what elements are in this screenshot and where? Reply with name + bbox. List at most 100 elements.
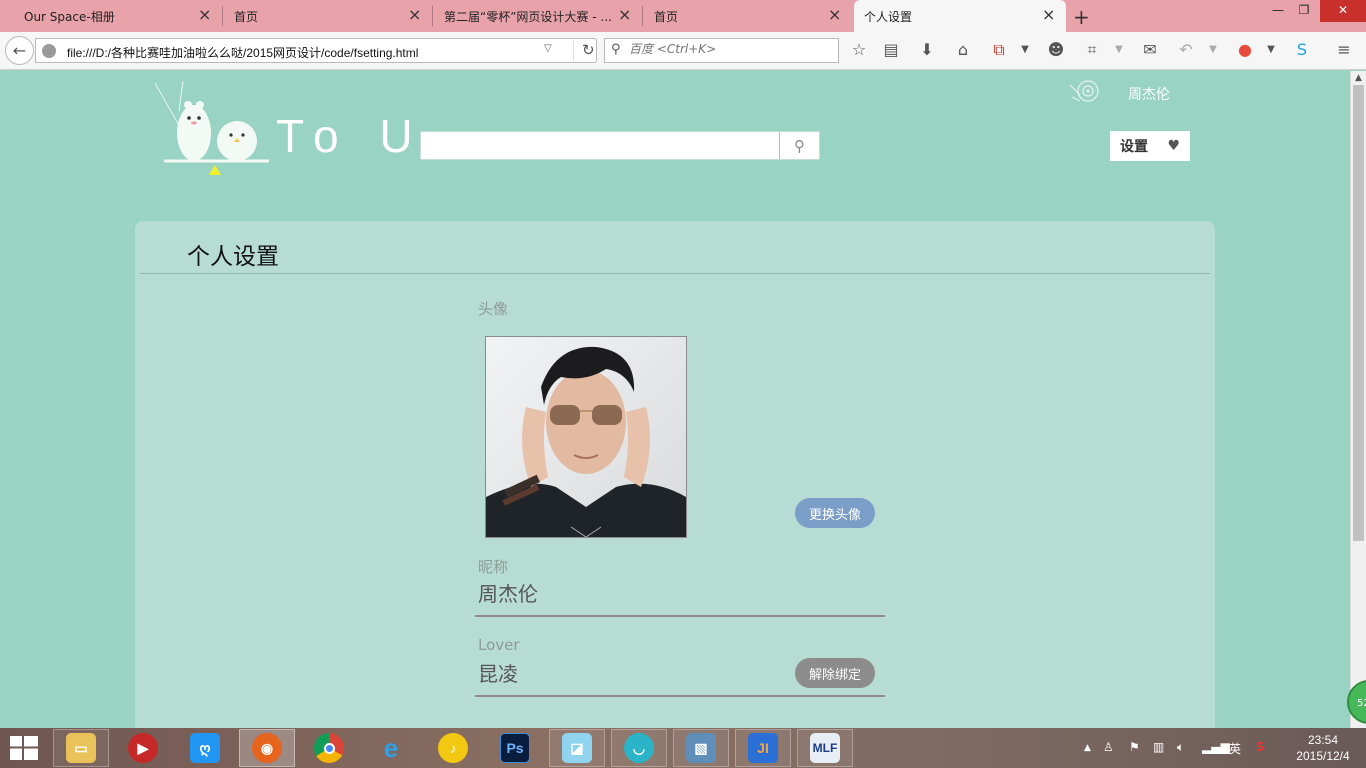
image-viewer-icon: ▧ <box>686 733 716 763</box>
taskbar-input-tool[interactable]: ღ <box>177 729 233 767</box>
avatar-label: 头像 <box>478 300 509 318</box>
taskbar-media-player[interactable]: ▶ <box>115 729 171 767</box>
page-title: 个人设置 <box>187 244 279 270</box>
logo-birds-icon[interactable] <box>153 81 273 181</box>
tab-home-1[interactable]: 首页 × <box>222 0 432 32</box>
snail-icon[interactable] <box>1068 79 1102 103</box>
title-divider <box>140 273 1210 274</box>
change-avatar-button[interactable]: 更换头像 <box>795 498 875 528</box>
reload-icon[interactable]: ↻ <box>573 41 595 61</box>
taskbar-firefox[interactable]: ◉ <box>239 729 295 767</box>
addon-icon[interactable]: ⧉ <box>990 41 1008 59</box>
tab-label: 首页 <box>654 9 679 24</box>
site-search-button[interactable]: ⚲ <box>779 132 819 159</box>
dropdown-icon[interactable]: ▼ <box>1016 41 1034 59</box>
taskbar-image-viewer[interactable]: ▧ <box>673 729 729 767</box>
unbind-lover-button[interactable]: 解除绑定 <box>795 658 875 688</box>
volume-icon[interactable]: 🔈︎ <box>1177 740 1184 755</box>
extension-icon[interactable]: ● <box>1236 41 1254 59</box>
new-tab-icon[interactable]: + <box>1073 5 1090 29</box>
tab-home-2[interactable]: 首页 × <box>642 0 852 32</box>
close-icon[interactable]: × <box>408 7 422 23</box>
home-icon[interactable]: ⌂ <box>954 41 972 59</box>
taskbar-media-app[interactable]: MLF <box>797 729 853 767</box>
taskbar-internet-explorer[interactable]: e <box>363 729 419 767</box>
taskbar-notes[interactable]: ◪ <box>549 729 605 767</box>
back-button[interactable]: ← <box>5 36 34 65</box>
browser-search-input[interactable] <box>629 42 829 56</box>
internet-explorer-icon: e <box>383 732 399 763</box>
close-icon[interactable]: × <box>828 7 842 23</box>
site-search-input[interactable] <box>421 132 779 159</box>
address-bar[interactable]: file:///D:/各种比赛哇加油啦么么哒/2015网页设计/code/fse… <box>35 38 597 63</box>
sogou-input-icon[interactable]: S <box>1256 740 1265 754</box>
scrollbar-thumb[interactable] <box>1353 85 1364 541</box>
photoshop-icon: Ps <box>500 733 530 763</box>
url-history-dropdown-icon[interactable]: ▽ <box>544 43 552 54</box>
windows-taskbar: ▭ ▶ ღ ◉ e ♪ Ps ◪ ◡ ▧ JI MLF ▲ ♙ ⚑ ▥ 🔈︎ ▂… <box>0 728 1366 768</box>
signal-icon[interactable]: ▂▄▆ <box>1202 740 1230 754</box>
window-close-icon[interactable]: ✕ <box>1320 0 1366 22</box>
heart-icon: ♥ <box>1167 138 1180 154</box>
avatar-photo <box>485 336 687 538</box>
dropdown-icon[interactable]: ▼ <box>1110 41 1128 59</box>
site-search-box: ⚲ <box>420 131 820 160</box>
browser-tab-strip: Our Space-相册 × 首页 × 第二届“零杯”网页设计大赛 - ... … <box>0 0 1366 32</box>
username-link[interactable]: 周杰伦 <box>1128 84 1170 104</box>
comment-icon[interactable]: ✉ <box>1141 41 1159 59</box>
input-tool-icon: ღ <box>190 733 220 763</box>
crop-icon[interactable]: ⌗ <box>1083 41 1101 59</box>
dropdown-icon[interactable]: ▼ <box>1262 41 1280 59</box>
logo-text[interactable]: To U <box>276 109 427 163</box>
settings-button[interactable]: 设置 ♥ <box>1110 131 1190 161</box>
tab-label: Our Space-相册 <box>24 9 115 24</box>
action-center-icon[interactable]: ⚑ <box>1129 740 1140 754</box>
taskbar-chrome[interactable] <box>301 729 357 767</box>
lover-value: 昆凌 <box>478 662 518 686</box>
vertical-scrollbar[interactable]: ▲ <box>1350 71 1366 728</box>
firefox-icon: ◉ <box>252 733 282 763</box>
close-icon[interactable]: × <box>198 7 212 23</box>
dropdown-icon[interactable]: ▼ <box>1204 41 1222 59</box>
cloud-app-icon: ◡ <box>624 733 654 763</box>
folder-icon: ▭ <box>66 733 96 763</box>
download-icon[interactable]: ⬇ <box>918 41 936 59</box>
taskbar-music-player[interactable]: ♪ <box>425 729 481 767</box>
bookmark-star-icon[interactable]: ☆ <box>850 41 868 59</box>
notes-icon: ◪ <box>562 733 592 763</box>
nickname-value[interactable]: 周杰伦 <box>478 578 538 607</box>
taskbar-cloud-app[interactable]: ◡ <box>611 729 667 767</box>
system-clock[interactable]: 23:54 2015/12/4 <box>1290 732 1356 764</box>
chat-icon[interactable]: ☻ <box>1047 41 1065 59</box>
chrome-icon <box>314 733 344 763</box>
search-icon: ⚲ <box>794 136 805 155</box>
menu-icon[interactable]: ≡ <box>1335 41 1353 59</box>
close-icon[interactable]: × <box>618 7 632 23</box>
taskbar-file-explorer[interactable]: ▭ <box>53 729 109 767</box>
close-icon[interactable]: × <box>1042 7 1056 23</box>
settings-panel: 个人设置 头像 更换头像 昵称 周杰伦 Lover 昆凌 解除绑定 <box>135 221 1215 728</box>
ime-indicator[interactable]: 英 <box>1229 740 1241 757</box>
navigation-toolbar: ← file:///D:/各种比赛哇加油啦么么哒/2015网页设计/code/f… <box>0 32 1366 70</box>
windows-start-icon[interactable] <box>10 736 38 760</box>
restore-icon[interactable]: ❐ <box>1288 0 1320 22</box>
url-text[interactable]: file:///D:/各种比赛哇加油啦么么哒/2015网页设计/code/fse… <box>67 44 418 61</box>
floating-badge-count: 52 <box>1357 698 1366 709</box>
scroll-up-icon[interactable]: ▲ <box>1355 73 1362 83</box>
tab-our-space[interactable]: Our Space-相册 × <box>0 0 222 32</box>
skype-icon[interactable]: S <box>1293 41 1311 59</box>
globe-icon <box>42 44 56 58</box>
reading-list-icon[interactable]: ▤ <box>882 41 900 59</box>
lover-label: Lover <box>478 636 520 654</box>
media-app-icon: MLF <box>810 733 840 763</box>
qq-icon[interactable]: ♙ <box>1103 740 1114 754</box>
media-player-icon: ▶ <box>128 733 158 763</box>
undo-icon[interactable]: ↶ <box>1177 41 1195 59</box>
taskbar-jetbrains-app[interactable]: JI <box>735 729 791 767</box>
tray-expand-icon[interactable]: ▲ <box>1084 743 1091 753</box>
taskbar-photoshop[interactable]: Ps <box>487 729 543 767</box>
network-icon[interactable]: ▥ <box>1153 740 1164 754</box>
browser-search-box[interactable]: ⚲ <box>604 38 839 63</box>
tab-personal-settings[interactable]: 个人设置 × <box>854 0 1066 32</box>
tab-contest[interactable]: 第二届“零杯”网页设计大赛 - ... × <box>432 0 642 32</box>
